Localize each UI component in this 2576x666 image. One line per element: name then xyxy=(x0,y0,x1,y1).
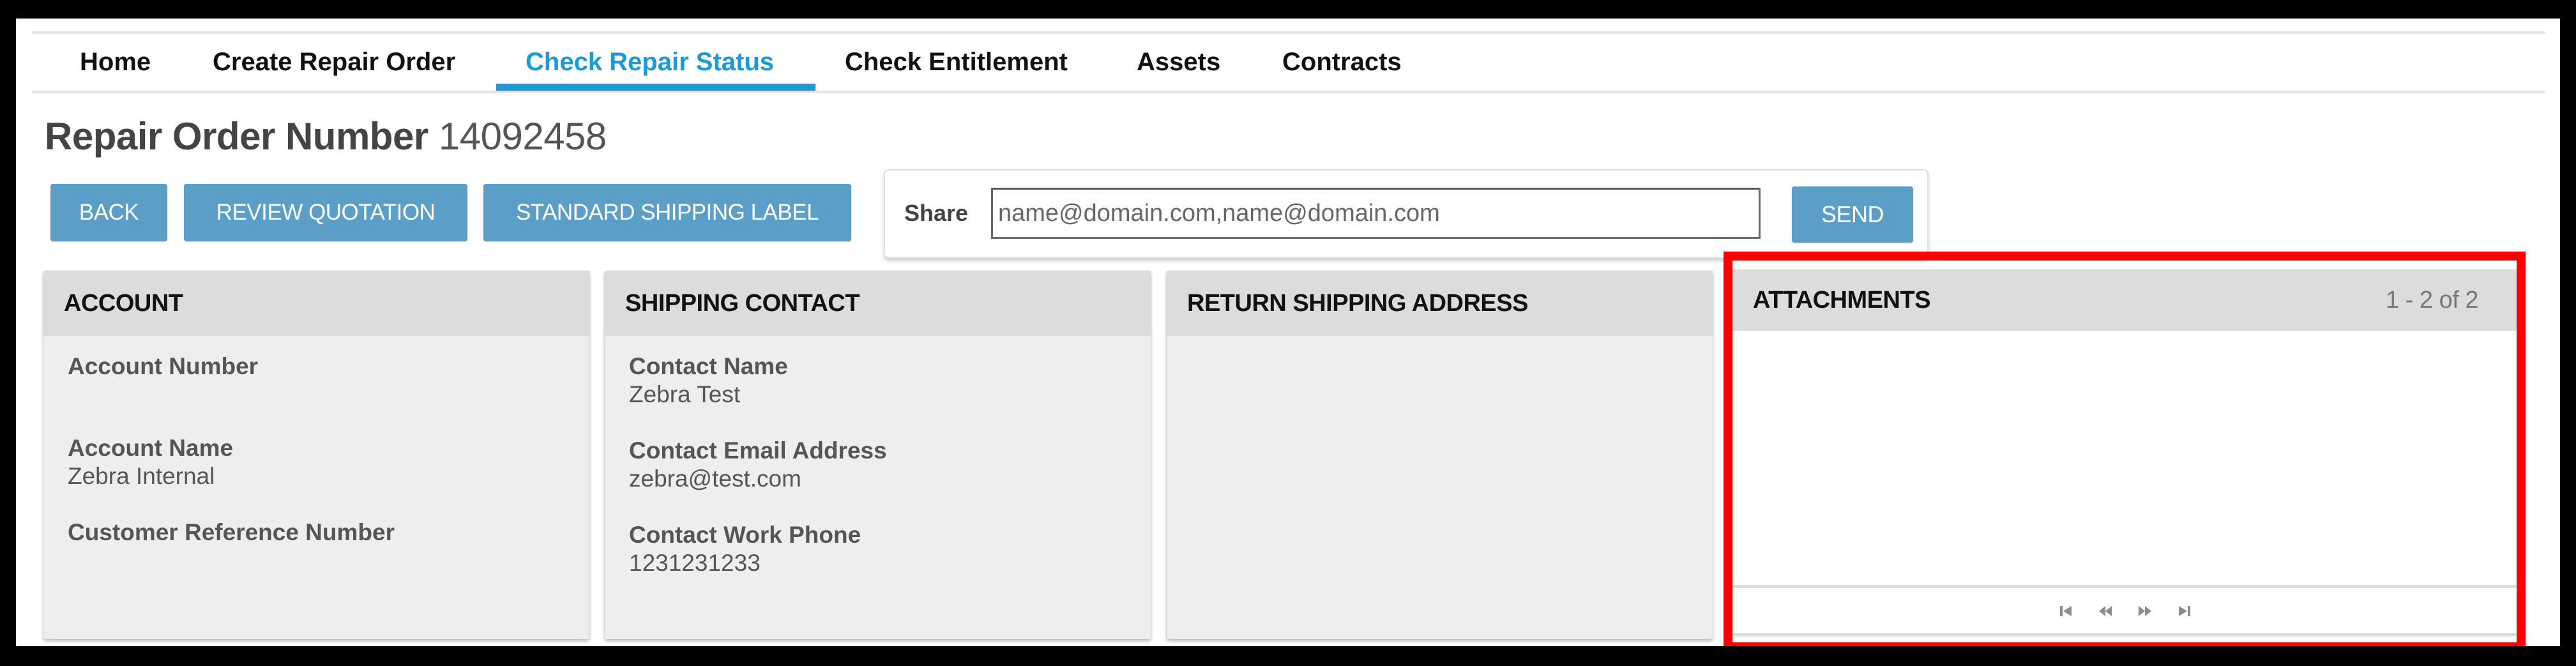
account-card: ACCOUNT Account Number Account Name Zebr… xyxy=(43,271,589,639)
attachments-pager xyxy=(1732,585,2518,633)
attachments-count: 1 - 2 of 2 xyxy=(2386,287,2478,314)
account-card-title: ACCOUNT xyxy=(43,271,589,336)
first-page-icon[interactable] xyxy=(2058,603,2073,619)
share-email-input[interactable] xyxy=(991,188,1761,239)
tab-assets[interactable]: Assets xyxy=(1137,34,1220,91)
contact-name-field: Contact Name Zebra Test xyxy=(629,352,1126,409)
tab-contracts[interactable]: Contracts xyxy=(1282,34,1402,91)
customer-reference-number-field: Customer Reference Number xyxy=(68,518,565,547)
share-panel: Share SEND xyxy=(884,169,1928,259)
return-shipping-address-card: RETURN SHIPPING ADDRESS xyxy=(1167,271,1713,639)
nav-bottom-divider xyxy=(32,91,2545,93)
previous-page-icon[interactable] xyxy=(2098,603,2113,619)
return-shipping-address-card-title: RETURN SHIPPING ADDRESS xyxy=(1167,271,1713,336)
shipping-contact-card-title: SHIPPING CONTACT xyxy=(605,271,1151,336)
last-page-icon[interactable] xyxy=(2177,603,2192,619)
tab-home[interactable]: Home xyxy=(80,34,151,91)
field-label: Customer Reference Number xyxy=(68,519,395,545)
attachments-card-header: ATTACHMENTS 1 - 2 of 2 xyxy=(1732,269,2518,331)
field-value: Zebra Internal xyxy=(68,463,215,489)
attachments-card-title: ATTACHMENTS xyxy=(1753,287,1931,314)
page-title-label: Repair Order Number xyxy=(45,115,428,158)
field-value: 1231231233 xyxy=(629,550,761,576)
field-label: Account Number xyxy=(68,353,259,379)
standard-shipping-label-button[interactable]: STANDARD SHIPPING LABEL xyxy=(483,184,851,241)
attachments-card: ATTACHMENTS 1 - 2 of 2 xyxy=(1732,269,2518,633)
back-button[interactable]: BACK xyxy=(50,184,167,241)
shipping-contact-card: SHIPPING CONTACT Contact Name Zebra Test… xyxy=(605,271,1151,639)
share-label: Share xyxy=(904,200,969,226)
tab-create-repair-order[interactable]: Create Repair Order xyxy=(213,34,455,91)
field-label: Contact Work Phone xyxy=(629,522,861,548)
repair-order-number: 14092458 xyxy=(438,115,607,158)
page-title: Repair Order Number 14092458 xyxy=(45,114,607,158)
tab-check-entitlement[interactable]: Check Entitlement xyxy=(845,34,1068,91)
next-page-icon[interactable] xyxy=(2137,603,2153,619)
review-quotation-button[interactable]: REVIEW QUOTATION xyxy=(184,184,467,241)
attachments-list xyxy=(1732,331,2518,586)
field-label: Account Name xyxy=(68,435,234,461)
field-label: Contact Email Address xyxy=(629,437,887,464)
send-button[interactable]: SEND xyxy=(1792,186,1913,243)
tab-check-repair-status[interactable]: Check Repair Status xyxy=(526,34,774,91)
account-number-field: Account Number xyxy=(68,352,565,381)
field-value: zebra@test.com xyxy=(629,465,801,492)
account-name-field: Account Name Zebra Internal xyxy=(68,434,565,490)
contact-email-field: Contact Email Address zebra@test.com xyxy=(629,437,1126,493)
active-tab-indicator xyxy=(496,84,815,91)
page: Home Create Repair Order Check Repair St… xyxy=(16,19,2560,646)
contact-work-phone-field: Contact Work Phone 1231231233 xyxy=(629,521,1126,577)
field-value: Zebra Test xyxy=(629,381,741,407)
return-shipping-address-body xyxy=(1167,336,1713,369)
field-label: Contact Name xyxy=(629,353,788,379)
